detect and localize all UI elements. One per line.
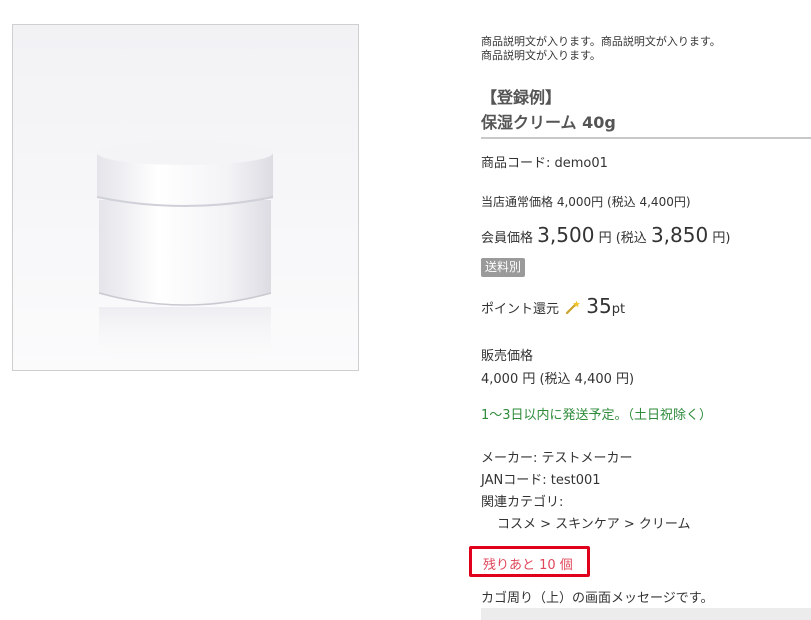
member-price-value: 3,500	[537, 223, 595, 247]
shipping-badge: 送料別	[481, 258, 526, 277]
category-path-link[interactable]: コスメ > スキンケア > クリーム	[497, 513, 691, 532]
category-label: 関連カテゴリ:	[481, 495, 564, 510]
jan-code: JANコード: test001	[481, 473, 601, 488]
member-price-label: 会員価格	[481, 231, 534, 246]
point-row: ポイント還元 35pt	[481, 294, 625, 318]
point-label: ポイント還元	[481, 302, 560, 317]
stock-remaining-notice: 残りあと 10 個	[469, 546, 590, 577]
description-line: 商品説明文が入ります。	[481, 49, 601, 62]
title-divider	[481, 137, 811, 139]
member-tax-prefix: (税込	[615, 231, 647, 246]
sale-price-label: 販売価格	[481, 349, 534, 364]
normal-price: 当店通常価格 4,000円 (税込 4,400円)	[481, 195, 691, 209]
cart-message: カゴ周り（上）の画面メッセージです。	[481, 591, 714, 606]
description-line: 商品説明文が入ります。商品説明文が入ります。	[481, 35, 721, 48]
product-image[interactable]	[12, 24, 359, 371]
point-unit: pt	[611, 302, 626, 317]
cart-area	[481, 608, 811, 620]
sale-price: 4,000 円 (税込 4,400 円)	[481, 372, 635, 387]
cream-jar-illustration	[96, 141, 274, 366]
product-name: 保湿クリーム 40g	[481, 113, 616, 132]
register-example-label: 【登録例】	[481, 88, 562, 107]
product-description: 商品説明文が入ります。商品説明文が入ります。 商品説明文が入ります。	[481, 35, 801, 63]
maker-info: メーカー: テストメーカー	[481, 451, 633, 466]
member-tax-price: 3,850	[650, 223, 709, 247]
member-tax-suffix: 円)	[712, 231, 731, 246]
magic-wand-icon	[565, 300, 581, 315]
delivery-estimate: 1～3日以内に発送予定。（土日祝除く）	[481, 408, 713, 423]
point-value: 35	[586, 294, 612, 318]
member-price-row: 会員価格 3,500 円 (税込 3,850 円)	[481, 223, 730, 247]
member-price-unit: 円	[598, 231, 612, 246]
product-code: 商品コード: demo01	[481, 156, 608, 171]
